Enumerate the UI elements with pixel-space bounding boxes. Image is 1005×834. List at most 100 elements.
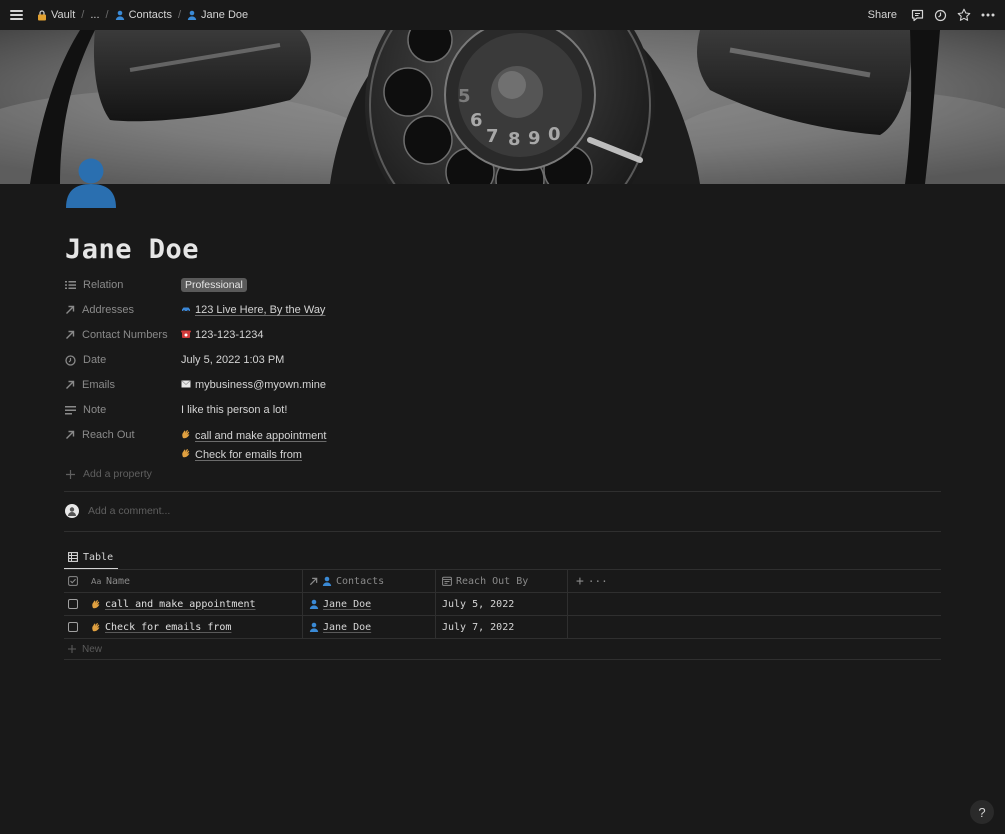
- person-icon: [115, 10, 124, 20]
- svg-text:0: 0: [548, 124, 561, 145]
- row-checkbox[interactable]: [68, 622, 78, 632]
- select-all-cell[interactable]: [64, 570, 85, 592]
- svg-text:5: 5: [458, 86, 471, 107]
- sidebar-menu-icon[interactable]: [10, 10, 23, 20]
- breadcrumb-ellipsis[interactable]: ...: [90, 9, 99, 21]
- arrow-up-right-icon: [66, 430, 75, 439]
- svg-text:8: 8: [508, 129, 521, 150]
- tab-table-view[interactable]: Table: [64, 546, 119, 570]
- property-label[interactable]: Contact Numbers: [65, 324, 181, 341]
- plus-icon: [68, 645, 76, 653]
- user-avatar: [65, 504, 79, 518]
- property-value[interactable]: July 5, 2022 1:03 PM: [181, 349, 284, 366]
- list-icon: [65, 281, 76, 289]
- help-button[interactable]: ?: [970, 800, 994, 824]
- share-button[interactable]: Share: [868, 9, 897, 21]
- comments-icon[interactable]: [911, 9, 924, 22]
- name-cell[interactable]: call and make appointment: [85, 593, 303, 615]
- empty-cell: [568, 593, 941, 615]
- arrow-up-right-icon: [66, 380, 75, 389]
- svg-text:Aa: Aa: [91, 577, 101, 585]
- page-title[interactable]: Jane Doe: [65, 234, 199, 265]
- waving-hand-icon: [92, 600, 100, 609]
- more-options-icon[interactable]: [981, 13, 995, 17]
- breadcrumb-vault[interactable]: Vault: [37, 9, 75, 21]
- relation-tag: Professional: [181, 278, 247, 292]
- reach-out-item[interactable]: call and make appointment: [181, 429, 326, 442]
- property-label[interactable]: Date: [65, 349, 181, 366]
- row-checkbox-cell: [64, 593, 85, 615]
- table-icon: [68, 552, 78, 562]
- breadcrumb-contacts[interactable]: Contacts: [115, 9, 172, 21]
- telephone-icon: [181, 330, 191, 338]
- property-note: Note I like this person a lot!: [65, 399, 941, 424]
- property-value[interactable]: 123 Live Here, By the Way: [181, 299, 325, 316]
- waving-hand-icon: [182, 449, 190, 458]
- empty-cell: [568, 616, 941, 638]
- person-icon: [309, 599, 319, 609]
- property-label[interactable]: Note: [65, 399, 181, 416]
- property-label[interactable]: Emails: [65, 374, 181, 391]
- user-avatar-icon: [68, 507, 76, 516]
- add-property-button[interactable]: Add a property: [66, 468, 152, 480]
- column-header-reach-out-by[interactable]: Reach Out By: [436, 570, 568, 592]
- property-value[interactable]: 123-123-1234: [181, 324, 264, 341]
- waving-hand-icon: [182, 430, 190, 439]
- contacts-cell[interactable]: Jane Doe: [303, 616, 436, 638]
- history-clock-icon[interactable]: [934, 9, 947, 22]
- property-value[interactable]: call and make appointment Check for emai…: [181, 424, 326, 467]
- top-bar: Vault / ... / Contacts / Jane Doe Share: [0, 0, 1005, 30]
- person-icon: [322, 576, 332, 586]
- page-person-icon[interactable]: [62, 154, 120, 212]
- arrow-up-right-icon: [309, 577, 318, 585]
- property-label[interactable]: Reach Out: [65, 424, 181, 441]
- table-row[interactable]: Check for emails from Jane Doe July 7, 2…: [64, 615, 941, 638]
- person-icon: [187, 10, 197, 20]
- add-column-icon[interactable]: +: [576, 574, 584, 589]
- table-header-row: Aa Name Contacts Reach Out By + ···: [64, 569, 941, 592]
- breadcrumb: Vault / ... / Contacts / Jane Doe: [37, 9, 248, 21]
- table-row[interactable]: call and make appointment Jane Doe July …: [64, 592, 941, 615]
- property-emails: Emails mybusiness@myown.mine: [65, 374, 941, 399]
- property-value[interactable]: I like this person a lot!: [181, 399, 287, 416]
- properties-list: Relation Professional Addresses 123 Live…: [65, 274, 941, 467]
- column-header-contacts[interactable]: Contacts: [303, 570, 436, 592]
- more-options-icon[interactable]: ···: [588, 575, 608, 588]
- waving-hand-icon: [92, 623, 100, 632]
- reach-out-item[interactable]: Check for emails from: [181, 448, 326, 461]
- rotary-phone-cover-art: 7 8 9 0 6 5: [0, 30, 1005, 184]
- breadcrumb-jane-doe[interactable]: Jane Doe: [187, 9, 248, 21]
- name-cell[interactable]: Check for emails from: [85, 616, 303, 638]
- top-actions: Share: [868, 8, 995, 22]
- calendar-icon: [442, 576, 452, 586]
- row-checkbox-cell: [64, 616, 85, 638]
- person-silhouette-icon: [66, 158, 116, 208]
- date-cell[interactable]: July 5, 2022: [436, 593, 568, 615]
- checkbox-checked-icon: [68, 576, 78, 586]
- date-cell[interactable]: July 7, 2022: [436, 616, 568, 638]
- svg-text:6: 6: [470, 110, 483, 131]
- property-label[interactable]: Relation: [65, 274, 181, 291]
- person-icon: [309, 622, 319, 632]
- contacts-cell[interactable]: Jane Doe: [303, 593, 436, 615]
- divider: [64, 491, 941, 492]
- favorite-star-icon[interactable]: [957, 8, 971, 22]
- property-addresses: Addresses 123 Live Here, By the Way: [65, 299, 941, 324]
- property-contact-numbers: Contact Numbers 123-123-1234: [65, 324, 941, 349]
- property-value[interactable]: mybusiness@myown.mine: [181, 374, 326, 391]
- text-type-icon: Aa: [91, 577, 101, 585]
- svg-text:9: 9: [528, 128, 541, 149]
- arrow-up-right-icon: [66, 330, 75, 339]
- property-label[interactable]: Addresses: [65, 299, 181, 316]
- clock-icon: [65, 354, 76, 366]
- new-row-button[interactable]: New: [64, 638, 941, 660]
- property-date: Date July 5, 2022 1:03 PM: [65, 349, 941, 374]
- text-lines-icon: [65, 405, 76, 414]
- row-checkbox[interactable]: [68, 599, 78, 609]
- property-reach-out: Reach Out call and make appointment Chec…: [65, 424, 941, 467]
- database-table: Aa Name Contacts Reach Out By + ··· call…: [64, 569, 941, 660]
- property-value[interactable]: Professional: [181, 274, 247, 292]
- cover-image[interactable]: 7 8 9 0 6 5: [0, 30, 1005, 184]
- column-header-name[interactable]: Aa Name: [85, 570, 303, 592]
- comment-input[interactable]: Add a comment...: [65, 504, 170, 518]
